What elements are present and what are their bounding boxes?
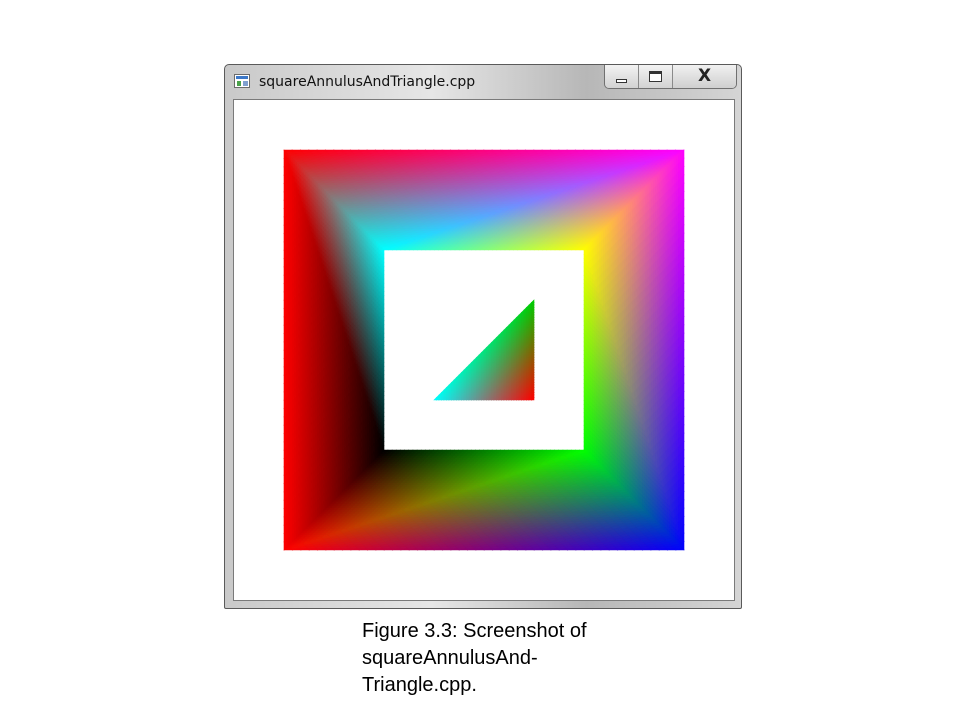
maximize-button[interactable]: [639, 65, 673, 88]
maximize-icon: [649, 71, 662, 82]
title-bar[interactable]: squareAnnulusAndTriangle.cpp X: [225, 65, 741, 99]
minimize-icon: [616, 78, 627, 83]
caption-line-2: squareAnnulusAnd-: [362, 645, 662, 672]
minimize-button[interactable]: [605, 65, 639, 88]
window-controls: X: [604, 65, 737, 89]
opengl-client-area[interactable]: [233, 99, 735, 601]
window-title: squareAnnulusAndTriangle.cpp: [259, 74, 475, 90]
figure-caption: Figure 3.3: Screenshot of squareAnnulusA…: [362, 618, 662, 699]
app-window-icon[interactable]: [234, 74, 250, 88]
close-button[interactable]: X: [673, 65, 736, 88]
inner-triangle: [433, 299, 535, 401]
opengl-canvas: [283, 149, 685, 551]
caption-line-1: Figure 3.3: Screenshot of: [362, 618, 662, 645]
app-window: squareAnnulusAndTriangle.cpp X: [224, 64, 742, 609]
close-icon: X: [698, 68, 711, 85]
caption-line-3: Triangle.cpp.: [362, 672, 662, 699]
